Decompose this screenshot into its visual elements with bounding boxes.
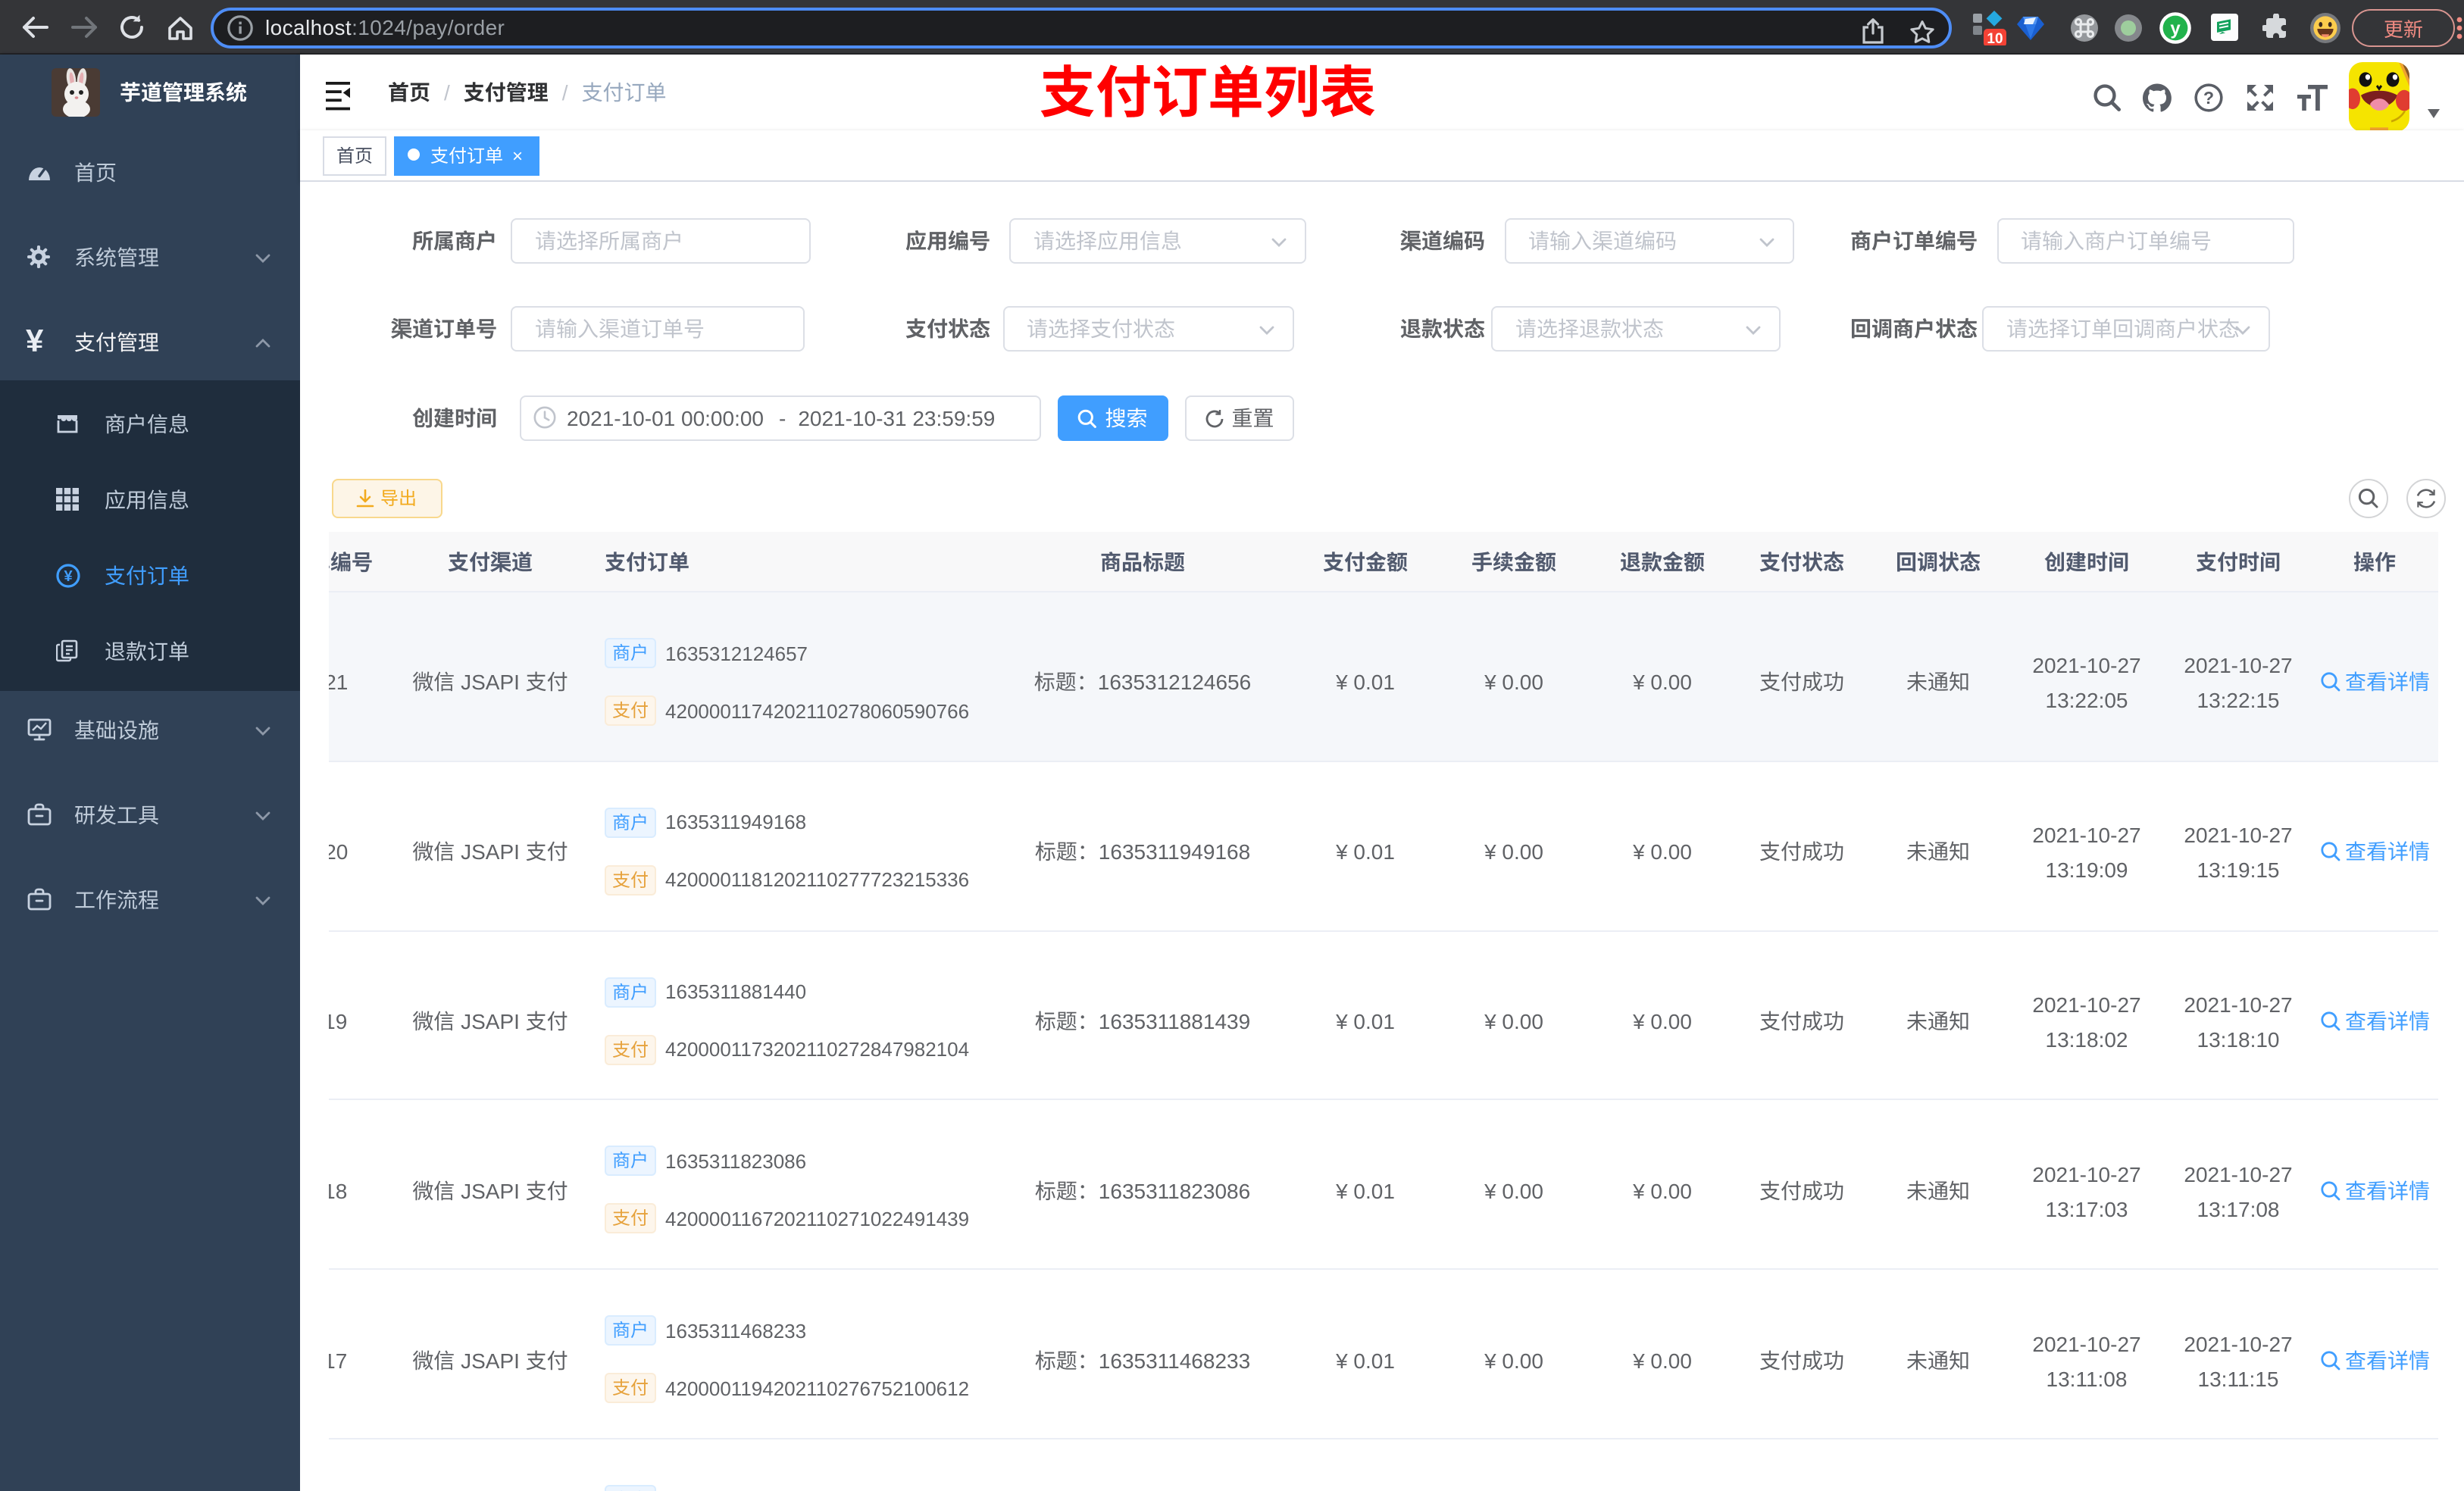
svg-text:¥: ¥ — [64, 567, 73, 584]
svg-text:10: 10 — [1987, 31, 2003, 45]
svg-text:y: y — [2169, 18, 2180, 39]
svg-text:?: ? — [2203, 87, 2213, 107]
